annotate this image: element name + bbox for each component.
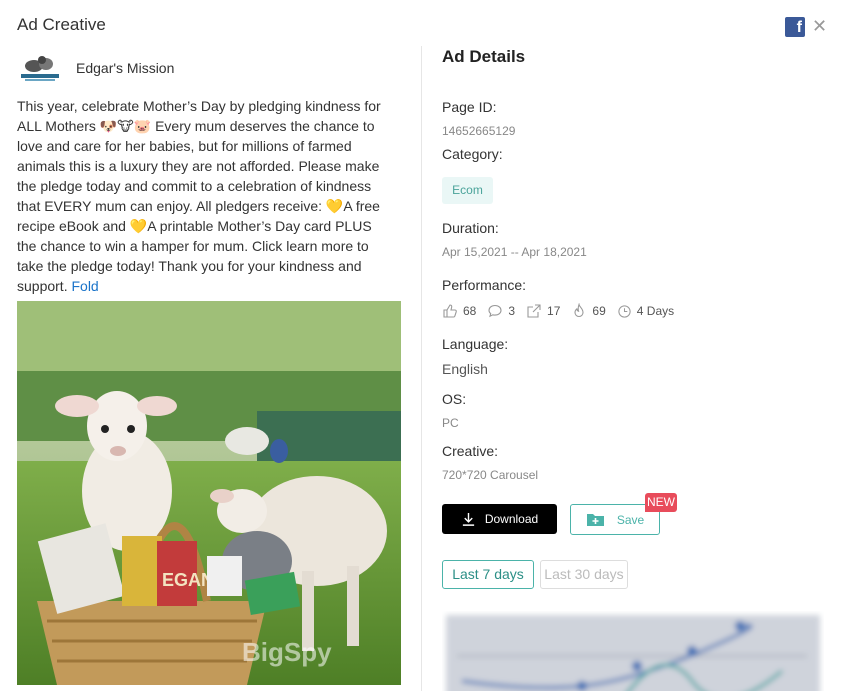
days-count: 4 Days	[636, 304, 675, 318]
likes-stat: 68	[442, 303, 476, 319]
flame-icon	[574, 303, 584, 318]
duration-value: Apr 15,2021 -- Apr 18,2021	[442, 245, 587, 259]
share-icon	[527, 304, 541, 318]
comments-count: 3	[508, 304, 516, 318]
folder-add-icon	[586, 514, 604, 526]
ad-details-title: Ad Details	[442, 47, 526, 66]
download-button[interactable]: Download	[442, 504, 557, 534]
language-label: Language:	[442, 336, 509, 352]
category-label: Category:	[442, 146, 503, 162]
language-value: English	[442, 361, 488, 377]
svg-text:EGAN: EGAN	[162, 570, 214, 590]
hot-count: 69	[592, 304, 606, 318]
tab-last-30-days[interactable]: Last 30 days	[540, 560, 628, 589]
hot-stat: 69	[571, 303, 606, 319]
shares-stat: 17	[526, 303, 560, 319]
thumbs-up-icon	[443, 304, 457, 318]
advertiser-name[interactable]: Edgar's Mission	[76, 60, 174, 76]
os-label: OS:	[442, 391, 467, 407]
clock-icon	[618, 304, 631, 318]
page-id-value: 14652665129	[442, 124, 516, 138]
category-tag[interactable]: Ecom	[442, 177, 493, 204]
page-id-label: Page ID:	[442, 99, 497, 115]
performance-stats: 68 3 17 69 4 Days	[442, 303, 685, 319]
shares-count: 17	[547, 304, 561, 318]
download-label: Download	[484, 512, 539, 526]
performance-label: Performance:	[442, 277, 527, 293]
creative-value: 720*720 Carousel	[442, 468, 539, 482]
advertiser-header: Edgar's Mission	[17, 52, 174, 84]
advertiser-logo[interactable]	[17, 52, 63, 84]
days-stat: 4 Days	[617, 304, 674, 319]
creative-label: Creative:	[442, 443, 499, 459]
likes-count: 68	[463, 304, 477, 318]
new-badge: NEW	[645, 493, 677, 512]
ad-text: This year, celebrate Mother’s Day by ple…	[17, 96, 385, 296]
os-value: PC	[442, 416, 459, 430]
column-divider	[421, 46, 422, 691]
dialog-title: Ad Creative	[17, 15, 106, 34]
tab-last-7-days[interactable]: Last 7 days	[442, 560, 534, 589]
comment-icon	[488, 304, 502, 318]
duration-label: Duration:	[442, 220, 499, 236]
fold-link[interactable]: Fold	[71, 278, 98, 294]
ad-image[interactable]: EGAN BigSpy	[17, 301, 401, 685]
save-label: Save	[616, 512, 645, 527]
performance-chart-blurred	[442, 611, 824, 691]
image-watermark: BigSpy	[242, 637, 332, 667]
comments-stat: 3	[487, 303, 515, 319]
close-icon[interactable]: ✕	[812, 17, 827, 35]
download-icon	[462, 512, 474, 526]
facebook-icon: f	[785, 17, 805, 37]
ad-body: This year, celebrate Mother’s Day by ple…	[17, 98, 381, 294]
